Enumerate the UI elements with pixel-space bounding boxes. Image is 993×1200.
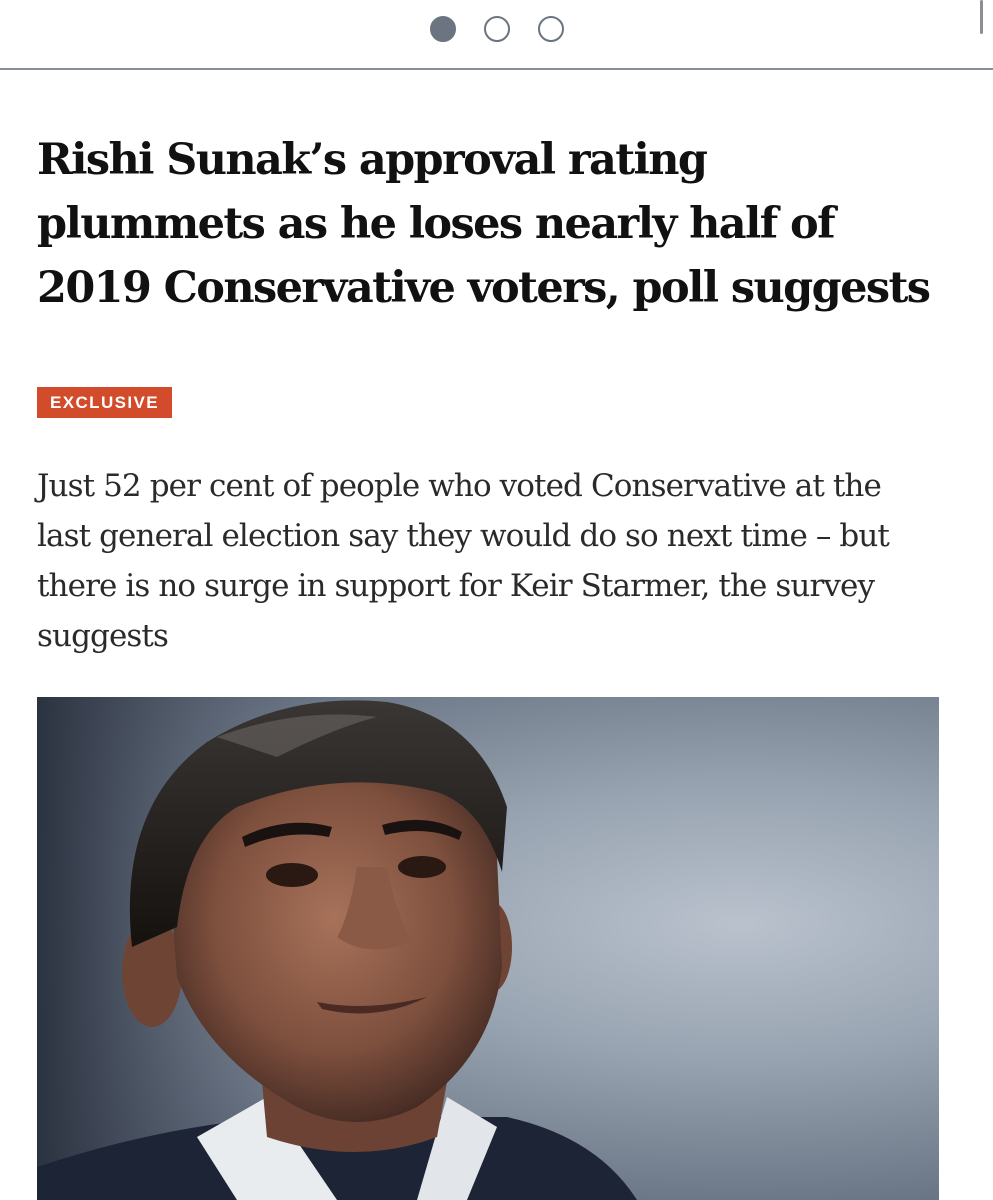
carousel-dot-2[interactable] — [483, 16, 510, 42]
carousel-dot-3[interactable] — [537, 16, 564, 42]
exclusive-badge: EXCLUSIVE — [37, 387, 172, 418]
scrollbar-thumb[interactable] — [980, 0, 983, 34]
article-headline: Rishi Sunak’s approval rating plummets a… — [37, 135, 931, 313]
portrait-illustration — [37, 697, 637, 1200]
article-standfirst: Just 52 per cent of people who voted Con… — [37, 468, 890, 654]
article-page: Rishi Sunak’s approval rating plummets a… — [0, 0, 993, 1200]
header-divider — [0, 68, 993, 70]
article-photo — [37, 697, 939, 1200]
carousel-dot-1[interactable] — [429, 16, 456, 42]
carousel-indicator — [0, 14, 993, 44]
